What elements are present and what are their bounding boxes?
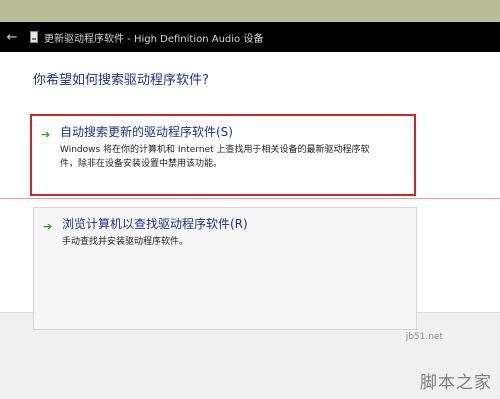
back-arrow-icon[interactable]: ←	[0, 22, 24, 52]
auto-search-title: 自动搜索更新的驱动程序软件(S)	[60, 125, 233, 139]
green-arrow-icon: ➔	[43, 220, 53, 233]
auto-search-desc-line2: 件，除非在设备安装设置中禁用该功能。	[60, 159, 223, 169]
page-heading: 你希望如何搜索驱动程序软件?	[33, 73, 209, 88]
auto-search-option[interactable]: ➔ 自动搜索更新的驱动程序软件(S) Windows 将在你的计算机和 Inte…	[30, 114, 416, 196]
browse-computer-option[interactable]: ➔ 浏览计算机以查找驱动程序软件(R) 手动查找并安装驱动程序软件。	[33, 207, 417, 330]
window-title: 更新驱动程序软件 - High Definition Audio 设备	[44, 33, 264, 45]
divider	[0, 198, 500, 199]
auto-search-description: Windows 将在你的计算机和 Internet 上查找用于相关设备的最新驱动…	[60, 143, 404, 171]
title-bar: ← 更新驱动程序软件 - High Definition Audio 设备	[0, 22, 500, 52]
green-arrow-icon: ➔	[41, 128, 51, 141]
watermark-logo: 脚本之家	[420, 373, 492, 393]
watermark-domain: jb51.net	[405, 332, 443, 342]
auto-search-desc-line1: Windows 将在你的计算机和 Internet 上查找用于相关设备的最新驱动…	[60, 145, 370, 155]
device-icon	[30, 31, 38, 43]
browse-computer-description: 手动查找并安装驱动程序软件。	[62, 237, 189, 247]
update-driver-dialog: 你希望如何搜索驱动程序软件? ➔ 自动搜索更新的驱动程序软件(S) Window…	[0, 52, 500, 399]
browse-computer-title: 浏览计算机以查找驱动程序软件(R)	[62, 217, 248, 231]
desktop-background	[0, 0, 500, 22]
